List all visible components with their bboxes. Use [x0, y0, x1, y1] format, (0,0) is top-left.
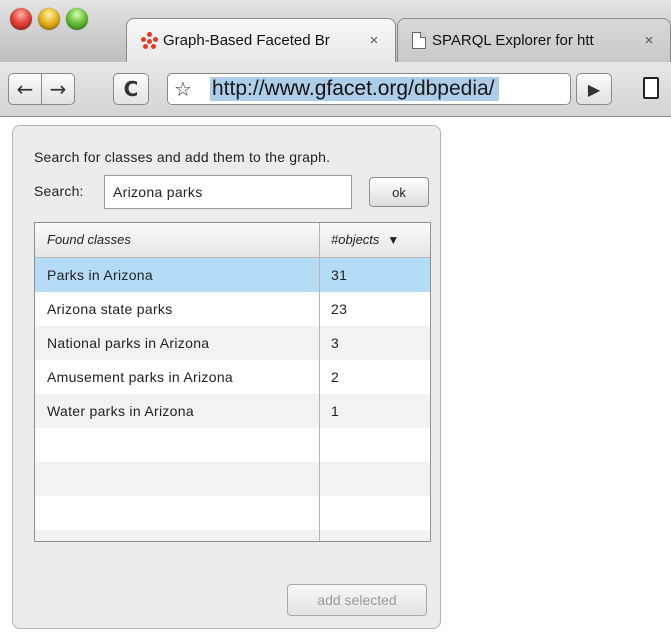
table-row[interactable]: National parks in Arizona 3: [35, 326, 430, 360]
column-header-objects-label: #objects: [331, 232, 380, 247]
column-divider[interactable]: [319, 223, 320, 541]
table-row[interactable]: Parks in Arizona 31: [35, 258, 430, 292]
empty-table-row: [35, 530, 430, 541]
page-icon: [412, 32, 426, 49]
url-path: /dbpedia/: [408, 77, 495, 100]
zoom-window-button[interactable]: [66, 8, 88, 30]
tab-title: Graph-Based Faceted Br: [163, 32, 330, 49]
reload-button[interactable]: C: [113, 73, 149, 105]
class-name-cell: National parks in Arizona: [47, 335, 210, 351]
search-label: Search:: [34, 183, 84, 199]
search-input[interactable]: [104, 175, 352, 209]
object-count-cell: 23: [331, 301, 348, 317]
object-count-cell: 1: [331, 403, 340, 419]
add-classes-dialog: Search for classes and add them to the g…: [12, 125, 441, 629]
tab-gfacet[interactable]: Graph-Based Faceted Br ×: [126, 18, 396, 62]
found-classes-table: Found classes #objects ▼ Parks in Arizona…: [34, 222, 431, 542]
forward-button[interactable]: →: [41, 73, 75, 105]
window-titlebar: Graph-Based Faceted Br × SPARQL Explorer…: [0, 0, 671, 62]
go-button[interactable]: ▶: [576, 73, 612, 105]
empty-table-row: [35, 462, 430, 496]
add-selected-button[interactable]: add selected: [287, 584, 427, 616]
class-name-cell: Arizona state parks: [47, 301, 173, 317]
url-prefix: http://: [212, 77, 265, 100]
page-menu-icon[interactable]: [643, 77, 659, 99]
address-bar[interactable]: ☆ http://www.gfacet.org/dbpedia/: [167, 73, 571, 105]
table-header: Found classes #objects ▼: [35, 223, 430, 258]
object-count-cell: 31: [331, 267, 348, 283]
tab-title: SPARQL Explorer for htt: [432, 32, 594, 49]
class-name-cell: Parks in Arizona: [47, 267, 153, 283]
tab-close-icon[interactable]: ×: [642, 32, 656, 49]
instructions-text: Search for classes and add them to the g…: [34, 149, 331, 165]
sort-descending-icon: ▼: [387, 233, 400, 247]
class-name-cell: Water parks in Arizona: [47, 403, 194, 419]
browser-toolbar: ← → C ☆ http://www.gfacet.org/dbpedia/ ▶: [0, 62, 671, 117]
class-name-cell: Amusement parks in Arizona: [47, 369, 233, 385]
table-row[interactable]: Amusement parks in Arizona 2: [35, 360, 430, 394]
table-row[interactable]: Water parks in Arizona 1: [35, 394, 430, 428]
column-header-found-classes[interactable]: Found classes: [47, 223, 131, 257]
empty-table-row: [35, 428, 430, 462]
tab-close-icon[interactable]: ×: [367, 32, 381, 49]
empty-table-row: [35, 496, 430, 530]
column-header-objects[interactable]: #objects ▼: [331, 223, 399, 257]
url-text[interactable]: http://www.gfacet.org/dbpedia/: [210, 77, 499, 101]
ok-button[interactable]: ok: [369, 177, 429, 207]
gfacet-favicon-icon: [141, 31, 159, 50]
table-body: Parks in Arizona 31 Arizona state parks …: [35, 258, 430, 541]
object-count-cell: 2: [331, 369, 340, 385]
close-window-button[interactable]: [10, 8, 32, 30]
object-count-cell: 3: [331, 335, 340, 351]
minimize-window-button[interactable]: [38, 8, 60, 30]
table-row[interactable]: Arizona state parks 23: [35, 292, 430, 326]
tab-sparql-explorer[interactable]: SPARQL Explorer for htt ×: [397, 18, 671, 62]
url-host: www.gfacet.org: [264, 77, 409, 100]
back-button[interactable]: ←: [8, 73, 42, 105]
bookmark-star-icon[interactable]: ☆: [174, 77, 192, 101]
